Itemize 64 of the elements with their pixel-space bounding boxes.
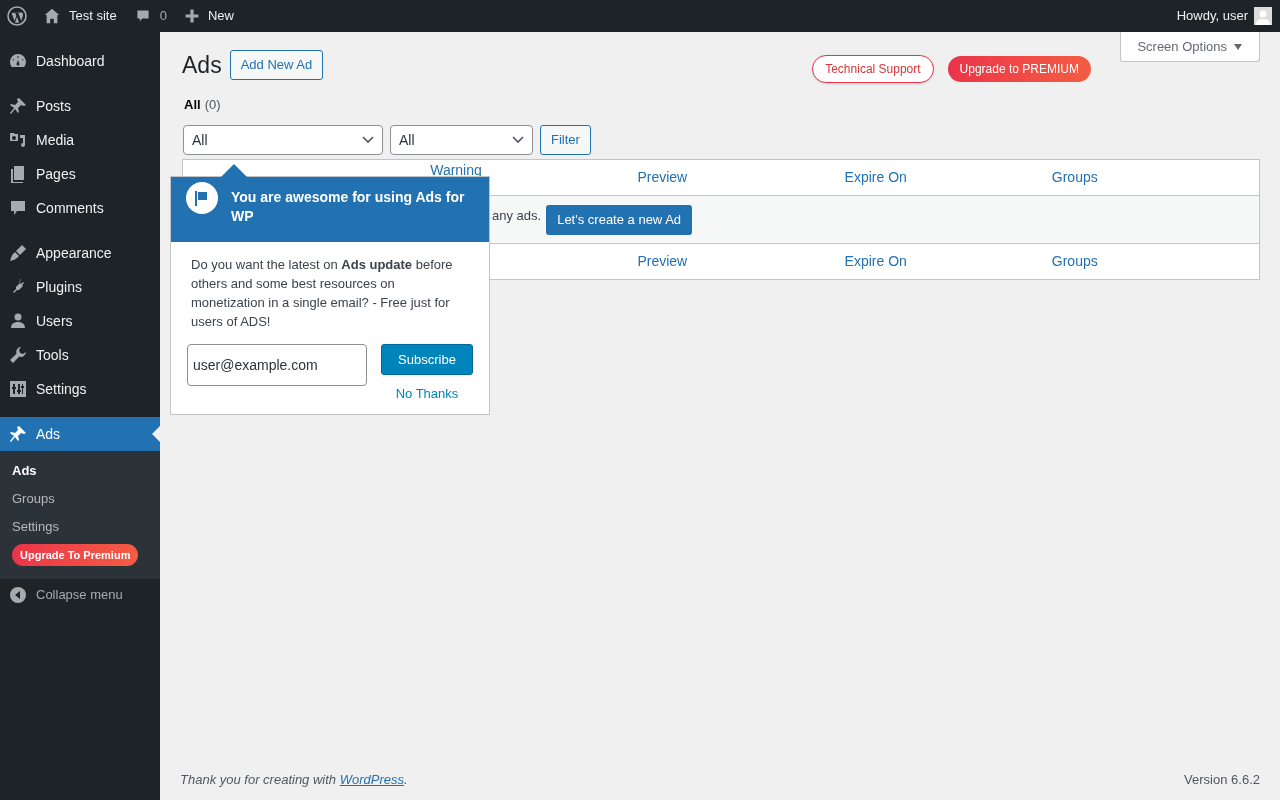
screen-options-button[interactable]: Screen Options xyxy=(1120,32,1260,62)
wrench-icon xyxy=(8,345,28,365)
avatar-icon xyxy=(1254,7,1272,25)
column-header[interactable]: Preview xyxy=(637,253,688,269)
sidebar-item[interactable]: Appearance xyxy=(0,236,160,270)
chevron-down-icon xyxy=(512,136,524,144)
sidebar-item[interactable]: Media xyxy=(0,123,160,157)
home-icon xyxy=(43,7,61,25)
settings-icon xyxy=(8,379,28,399)
page-title: Ads xyxy=(182,50,222,80)
add-new-button[interactable]: Add New Ad xyxy=(229,50,324,80)
submenu-item[interactable]: Groups xyxy=(12,489,55,509)
email-field[interactable]: user@example.com xyxy=(187,344,367,386)
column-header[interactable]: Preview xyxy=(637,169,688,185)
sidebar-item[interactable]: Posts xyxy=(0,89,160,123)
submenu-item[interactable]: Ads xyxy=(12,461,37,481)
sidebar-item[interactable]: Users xyxy=(0,304,160,338)
chevron-down-icon xyxy=(362,136,374,144)
column-header[interactable]: Groups xyxy=(1051,253,1098,269)
wordpress-link[interactable]: WordPress xyxy=(339,772,404,787)
sidebar-item[interactable]: Plugins xyxy=(0,270,160,304)
new-link[interactable]: New xyxy=(183,6,234,26)
filter-button[interactable]: Filter xyxy=(540,125,591,155)
flag-icon xyxy=(186,182,218,214)
sidebar-item[interactable]: Tools xyxy=(0,338,160,372)
submenu-item[interactable]: Settings xyxy=(12,517,59,537)
pushpin-icon xyxy=(8,96,28,116)
column-header[interactable]: Warning xyxy=(430,162,482,178)
view-count: (0) xyxy=(204,96,221,115)
empty-message: any ads. xyxy=(492,206,542,225)
caret-icon xyxy=(1233,43,1243,50)
wordpress-logo-icon[interactable] xyxy=(7,6,27,26)
sidebar-item[interactable]: Ads xyxy=(0,417,160,451)
column-header[interactable]: Expire On xyxy=(844,169,907,185)
plus-icon xyxy=(183,8,200,24)
popup-message: Do you want the latest on Ads update before others and some best resources on monetization in a single email? - Free just for users of ADS! xyxy=(190,256,454,331)
view-filter-link[interactable]: All xyxy=(184,95,201,115)
footer-text: Thank you for creating with WordPress. xyxy=(180,771,408,789)
user-icon xyxy=(8,311,28,331)
collapse-menu-button[interactable]: Collapse menu xyxy=(0,579,160,611)
version-text: Version 6.6.2 xyxy=(1184,771,1260,789)
no-thanks-link[interactable]: No Thanks xyxy=(395,384,459,404)
brush-icon xyxy=(8,243,28,263)
pushpin-icon xyxy=(8,424,28,444)
filter-select[interactable]: All xyxy=(183,125,383,155)
collapse-icon xyxy=(10,587,26,603)
sidebar-item[interactable]: Comments xyxy=(0,191,160,225)
site-link[interactable]: Test site xyxy=(43,6,117,26)
comments-link[interactable]: 0 xyxy=(134,6,167,26)
media-icon xyxy=(8,130,28,150)
column-header[interactable]: Expire On xyxy=(844,253,907,269)
subscribe-button[interactable]: Subscribe xyxy=(381,344,473,375)
sidebar-item[interactable]: Pages xyxy=(0,157,160,191)
popup-title: You are awesome for using Ads for WP xyxy=(231,188,466,226)
current-menu-pointer xyxy=(152,426,160,442)
upgrade-badge[interactable]: Upgrade To Premium xyxy=(12,543,139,567)
technical-support-button[interactable]: Technical Support xyxy=(812,55,934,83)
account-link[interactable]: Howdy, user xyxy=(1176,6,1272,26)
upgrade-premium-button[interactable]: Upgrade to PREMIUM xyxy=(947,56,1091,82)
create-ad-button[interactable]: Let's create a new Ad xyxy=(546,204,693,235)
filter-select[interactable]: All xyxy=(390,125,533,155)
sidebar-item[interactable]: Settings xyxy=(0,372,160,406)
column-header[interactable]: Groups xyxy=(1051,169,1098,185)
sidebar-item[interactable]: Dashboard xyxy=(0,44,160,78)
